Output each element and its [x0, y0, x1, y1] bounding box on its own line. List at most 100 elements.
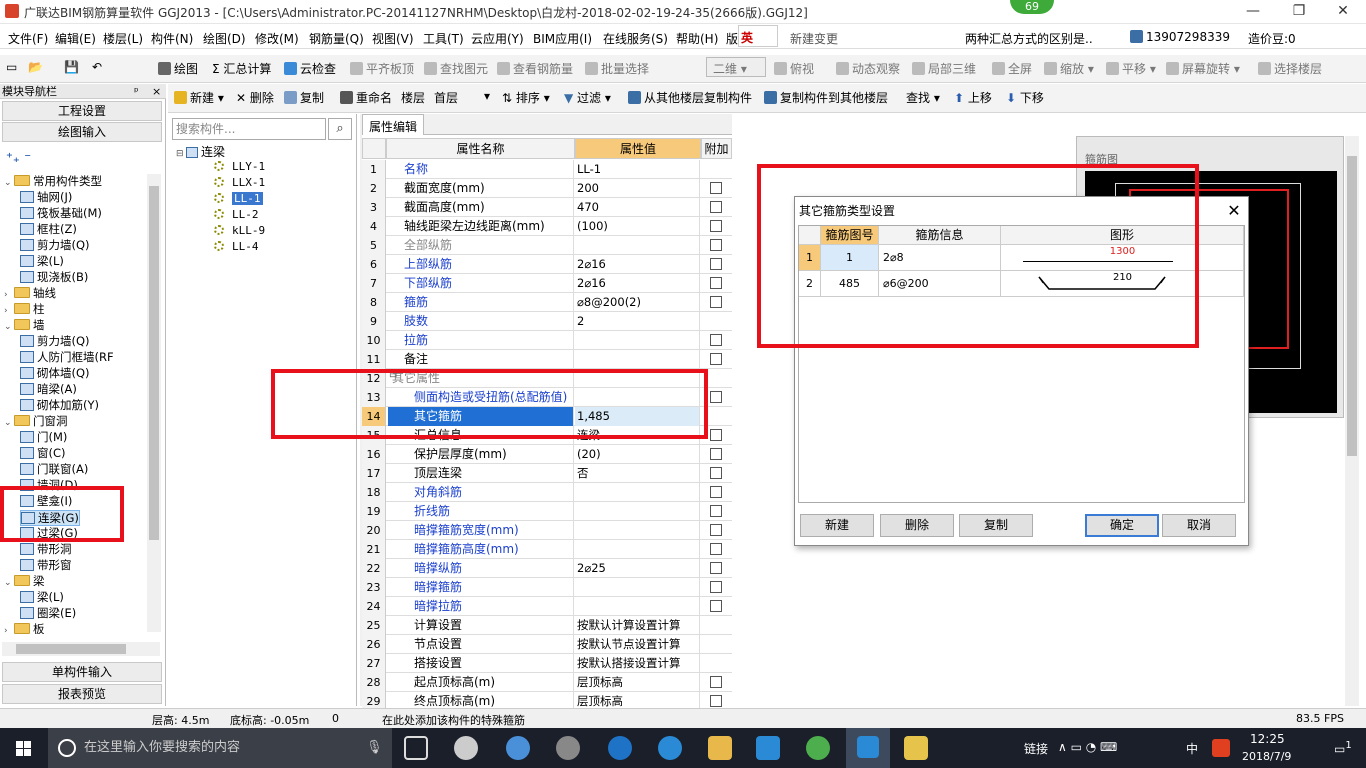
menu-tools[interactable]: 工具(T): [423, 30, 464, 47]
tray-link[interactable]: 链接: [1024, 740, 1048, 757]
component-search-input[interactable]: 搜索构件...: [172, 118, 326, 140]
taskbar-search-input[interactable]: 在这里输入你要搜索的内容 🎙: [48, 728, 392, 768]
right-vertical-scrollbar[interactable]: [1345, 136, 1359, 706]
extra-checkbox[interactable]: [710, 562, 722, 574]
property-value[interactable]: [575, 502, 700, 521]
nav-tree-folder[interactable]: ⌄ 墙: [4, 318, 45, 334]
project-settings-button[interactable]: 工程设置: [2, 101, 162, 121]
extra-checkbox[interactable]: [710, 543, 722, 555]
glodon-g-icon[interactable]: [756, 736, 780, 760]
property-row[interactable]: 1 名称 LL-1: [362, 160, 732, 179]
task-view-icon[interactable]: [404, 736, 428, 760]
menu-online[interactable]: 在线服务(S): [603, 30, 668, 47]
property-row[interactable]: 9 肢数 2: [362, 312, 732, 331]
dialog-delete-button[interactable]: 删除: [880, 514, 954, 537]
extra-checkbox[interactable]: [710, 486, 722, 498]
component-root[interactable]: ⊟ 连梁: [176, 145, 225, 161]
find-button[interactable]: 查找 ▾: [906, 89, 940, 106]
menu-bim[interactable]: BIM应用(I): [533, 30, 592, 47]
property-value[interactable]: 200: [575, 179, 700, 198]
rotate-button[interactable]: 屏幕旋转 ▾: [1166, 60, 1240, 77]
menu-cloud[interactable]: 云应用(Y): [471, 30, 524, 47]
extra-checkbox[interactable]: [710, 448, 722, 460]
nav-vertical-scrollbar[interactable]: [147, 174, 161, 632]
move-down-button[interactable]: ⬇ 下移: [1006, 89, 1044, 106]
property-value[interactable]: [575, 540, 700, 559]
tab-property-edit[interactable]: 属性编辑: [362, 114, 425, 135]
nav-tree-item[interactable]: 带形洞: [20, 542, 72, 556]
menu-modify[interactable]: 修改(M): [255, 30, 299, 47]
new-component-button[interactable]: 新建 ▾: [174, 89, 224, 106]
open-folder-icon[interactable]: 📂: [28, 60, 43, 74]
nav-tree-item[interactable]: 门联窗(A): [20, 462, 88, 476]
property-value[interactable]: LL-1: [575, 160, 700, 179]
extra-checkbox[interactable]: [710, 353, 722, 365]
nav-tree-item[interactable]: 暗梁(A): [20, 382, 77, 396]
extra-checkbox[interactable]: [710, 695, 722, 707]
expand-arrow-icon[interactable]: ⌄: [4, 416, 14, 430]
property-row[interactable]: 7 下部纵筋 2⌀16: [362, 274, 732, 293]
notification-icon[interactable]: ▭1: [1334, 740, 1352, 756]
nav-tree-item[interactable]: 人防门框墙(RF: [20, 350, 114, 364]
nav-tree-item[interactable]: 窗(C): [20, 446, 66, 460]
property-value[interactable]: [575, 521, 700, 540]
expand-arrow-icon[interactable]: ⌄: [4, 320, 14, 334]
pan-button[interactable]: 平移 ▾: [1106, 60, 1156, 77]
property-value[interactable]: 2: [575, 312, 700, 331]
flat-board-button[interactable]: 平齐板顶: [350, 60, 414, 77]
copy-from-floor-button[interactable]: 从其他楼层复制构件: [628, 89, 752, 106]
nav-tree-folder[interactable]: ⌄ 门窗洞: [4, 414, 68, 430]
property-row[interactable]: 29 终点顶标高(m) 层顶标高: [362, 692, 732, 708]
move-up-button[interactable]: ⬆ 上移: [954, 89, 992, 106]
property-row[interactable]: 2 截面宽度(mm) 200: [362, 179, 732, 198]
component-list-item[interactable]: LL-2: [214, 208, 259, 222]
property-row[interactable]: 21 暗撑箍筋高度(mm): [362, 540, 732, 559]
filter-button[interactable]: ▼ 过滤 ▾: [564, 89, 611, 106]
property-value[interactable]: 否: [575, 464, 700, 483]
notification-badge[interactable]: 69: [1010, 0, 1054, 14]
dialog-close-icon[interactable]: ✕: [1223, 199, 1245, 223]
nav-horizontal-scrollbar[interactable]: [2, 642, 160, 656]
component-list-item[interactable]: LL-4: [214, 240, 259, 254]
dialog-copy-button[interactable]: 复制: [959, 514, 1033, 537]
sum-button[interactable]: Σ 汇总计算: [212, 60, 271, 77]
menu-floor[interactable]: 楼层(L): [103, 30, 143, 47]
nav-tree-item[interactable]: 剪力墙(Q): [20, 334, 90, 348]
cloud-check-button[interactable]: 云检查: [284, 60, 336, 77]
property-row[interactable]: 26 节点设置 按默认节点设置计算: [362, 635, 732, 654]
clock-date[interactable]: 2018/7/9: [1242, 750, 1291, 763]
dialog-new-button[interactable]: 新建: [800, 514, 874, 537]
property-row[interactable]: 4 轴线距梁左边线距离(mm) (100): [362, 217, 732, 236]
collapse-arrow-icon[interactable]: ›: [4, 304, 14, 318]
ie-icon[interactable]: [506, 736, 530, 760]
draw-button[interactable]: 绘图: [158, 60, 198, 77]
extra-checkbox[interactable]: [710, 239, 722, 251]
property-row[interactable]: 24 暗撑拉筋: [362, 597, 732, 616]
property-row[interactable]: 28 起点顶标高(m) 层顶标高: [362, 673, 732, 692]
property-row[interactable]: 5 全部纵筋: [362, 236, 732, 255]
expand-arrow-icon[interactable]: ⌄: [4, 576, 14, 590]
floor-select[interactable]: 首层 ▾: [430, 87, 494, 107]
nav-tree-item[interactable]: 梁(L): [20, 254, 64, 268]
select-floor-button[interactable]: 选择楼层: [1258, 60, 1322, 77]
extra-checkbox[interactable]: [710, 524, 722, 536]
collapse-arrow-icon[interactable]: ›: [4, 624, 14, 634]
view-steel-button[interactable]: 查看钢筋量: [497, 60, 573, 77]
tray-language[interactable]: 中: [1186, 740, 1198, 757]
nav-tree-item[interactable]: 砌体加筋(Y): [20, 398, 99, 412]
property-value[interactable]: [575, 331, 700, 350]
property-row[interactable]: 20 暗撑箍筋宽度(mm): [362, 521, 732, 540]
nav-tree-item[interactable]: 剪力墙(Q): [20, 238, 90, 252]
extra-checkbox[interactable]: [710, 258, 722, 270]
extra-checkbox[interactable]: [710, 600, 722, 612]
sogou-icon[interactable]: [1212, 739, 1230, 757]
collapse-icon[interactable]: ⊟: [176, 147, 186, 161]
nav-tree-item[interactable]: 轴网(J): [20, 190, 72, 204]
property-value[interactable]: 按默认节点设置计算: [575, 635, 700, 654]
nav-tree-item[interactable]: 筏板基础(M): [20, 206, 102, 220]
nav-tree-folder[interactable]: › 轴线: [4, 286, 56, 302]
new-change-button[interactable]: 新建变更: [790, 30, 838, 47]
property-value[interactable]: [575, 483, 700, 502]
hint-link[interactable]: 两种汇总方式的区别是..: [965, 30, 1093, 47]
property-value[interactable]: 2⌀16: [575, 255, 700, 274]
